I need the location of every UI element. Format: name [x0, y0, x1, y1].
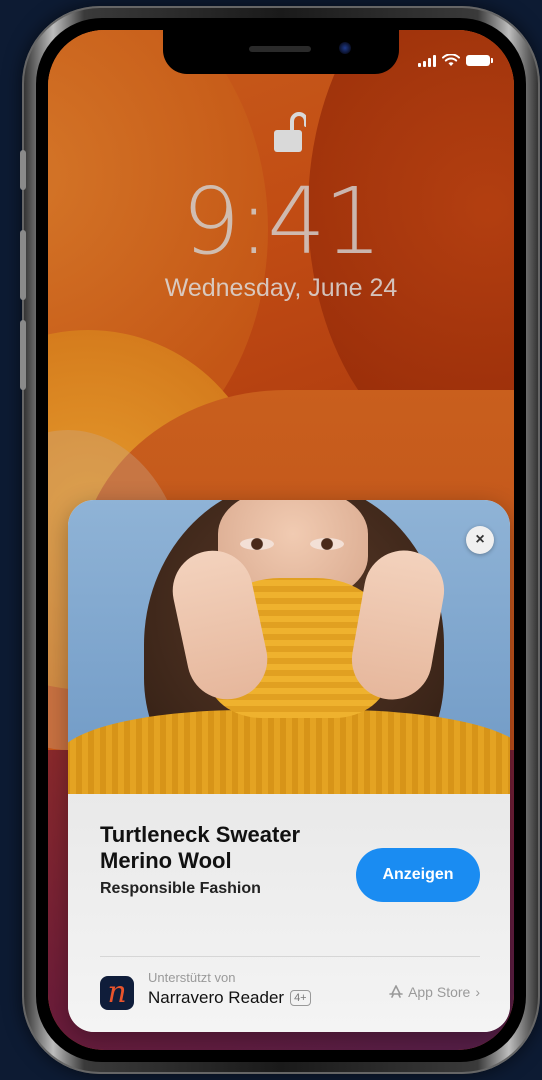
lock-time: 9:41 [181, 168, 383, 275]
age-rating-badge: 4+ [290, 990, 311, 1006]
chevron-right-icon: › [475, 984, 480, 1000]
app-store-link[interactable]: App Store › [389, 984, 480, 1000]
app-store-label: App Store [408, 984, 471, 1000]
front-camera [339, 42, 351, 54]
ad-title: Turtleneck Sweater Merino Wool [100, 822, 360, 874]
lock-date: Wednesday, June 24 [164, 274, 398, 302]
app-name: Narravero Reader [148, 988, 285, 1007]
divider [100, 956, 480, 957]
photo-sweater [68, 710, 510, 794]
status-bar [418, 54, 493, 67]
app-name-row[interactable]: Narravero Reader 4+ [148, 988, 311, 1008]
volume-up-button [20, 230, 26, 300]
app-store-icon [389, 985, 403, 998]
ad-card[interactable]: × Turtleneck Sweater Merino Wool Respons… [68, 500, 510, 1032]
photo-eye [240, 538, 274, 550]
narravero-app-icon[interactable]: n [100, 976, 134, 1010]
signal-icon [418, 54, 436, 67]
ad-info: Turtleneck Sweater Merino Wool Responsib… [68, 794, 510, 1032]
show-button[interactable]: Anzeigen [356, 848, 480, 902]
lock-screen: 9:41 Wednesday, June 24 × Turtleneck Swe… [48, 30, 514, 1050]
ad-subtitle: Responsible Fashion [100, 880, 261, 897]
wifi-icon [442, 54, 460, 66]
battery-icon [466, 55, 493, 66]
mute-switch [20, 150, 26, 190]
speaker-grille [249, 46, 311, 52]
ad-title-line2: Merino Wool [100, 848, 232, 873]
close-button[interactable]: × [466, 526, 494, 554]
unlocked-padlock-icon [274, 112, 306, 152]
ad-title-line1: Turtleneck Sweater [100, 822, 301, 847]
volume-down-button [20, 320, 26, 390]
supported-by-label: Unterstützt von [148, 970, 236, 985]
notch [163, 30, 399, 74]
photo-eye [310, 538, 344, 550]
close-icon: × [475, 531, 485, 548]
product-photo: × [68, 500, 510, 794]
